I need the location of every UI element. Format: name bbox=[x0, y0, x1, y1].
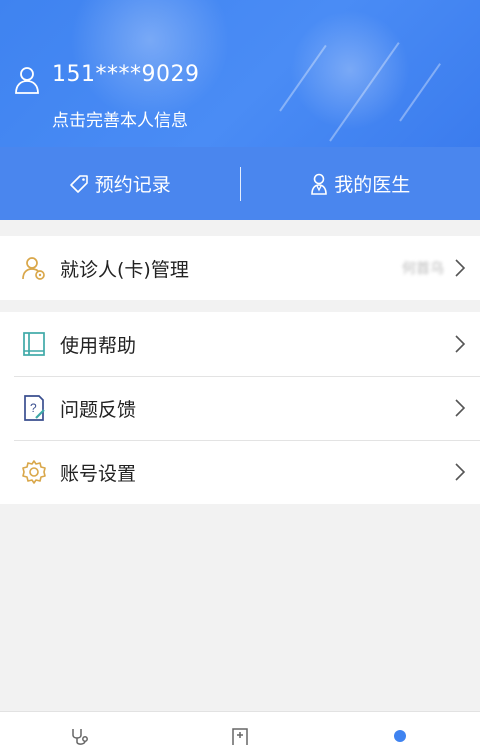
patient-group: 就诊人(卡)管理 何首乌 bbox=[0, 236, 480, 300]
quick-tabs: 预约记录 我的医生 bbox=[0, 147, 480, 220]
menu-item-help-label: 使用帮助 bbox=[60, 334, 137, 357]
header-glow bbox=[70, 0, 230, 120]
complete-profile-link[interactable]: 点击完善本人信息 bbox=[52, 106, 188, 131]
patient-card-row[interactable]: 就诊人(卡)管理 何首乌 bbox=[0, 236, 480, 300]
phone-number: 151****9029 bbox=[52, 62, 200, 87]
chevron-right-icon bbox=[455, 463, 466, 481]
tag-icon bbox=[69, 174, 88, 193]
chevron-right-icon bbox=[455, 335, 466, 353]
patient-card-icon bbox=[20, 254, 48, 282]
settings-group: 使用帮助 ? 问题反馈 账号设置 bbox=[0, 312, 480, 504]
nav-item-consult[interactable] bbox=[0, 712, 160, 745]
menu-item-feedback[interactable]: ? 问题反馈 bbox=[0, 376, 480, 440]
chevron-right-icon bbox=[455, 399, 466, 417]
bottom-nav bbox=[0, 711, 480, 745]
menu-item-account-settings-label: 账号设置 bbox=[60, 462, 137, 485]
chevron-right-icon bbox=[455, 259, 466, 277]
stethoscope-icon bbox=[72, 729, 88, 745]
patient-card-label: 就诊人(卡)管理 bbox=[60, 258, 189, 281]
patient-name: 何首乌 bbox=[402, 261, 444, 277]
menu-item-feedback-label: 问题反馈 bbox=[60, 398, 137, 421]
menu-item-account-settings[interactable]: 账号设置 bbox=[0, 440, 480, 504]
book-icon bbox=[20, 330, 48, 358]
clinic-icon bbox=[232, 728, 248, 745]
tab-appointments-label: 预约记录 bbox=[94, 174, 171, 196]
nav-item-clinic[interactable] bbox=[160, 712, 320, 745]
profile-icon bbox=[394, 730, 406, 742]
tab-my-doctor-label: 我的医生 bbox=[334, 174, 411, 196]
gear-icon bbox=[20, 458, 48, 486]
profile-header[interactable]: 151****9029 点击完善本人信息 bbox=[0, 0, 480, 147]
tab-appointments[interactable]: 预约记录 bbox=[0, 147, 240, 220]
tab-my-doctor[interactable]: 我的医生 bbox=[241, 147, 480, 220]
svg-text:?: ? bbox=[30, 401, 37, 415]
doctor-icon bbox=[311, 173, 328, 195]
menu-item-help[interactable]: 使用帮助 bbox=[0, 312, 480, 376]
feedback-icon: ? bbox=[20, 394, 48, 422]
user-icon bbox=[15, 67, 39, 94]
nav-item-profile[interactable] bbox=[320, 712, 480, 745]
